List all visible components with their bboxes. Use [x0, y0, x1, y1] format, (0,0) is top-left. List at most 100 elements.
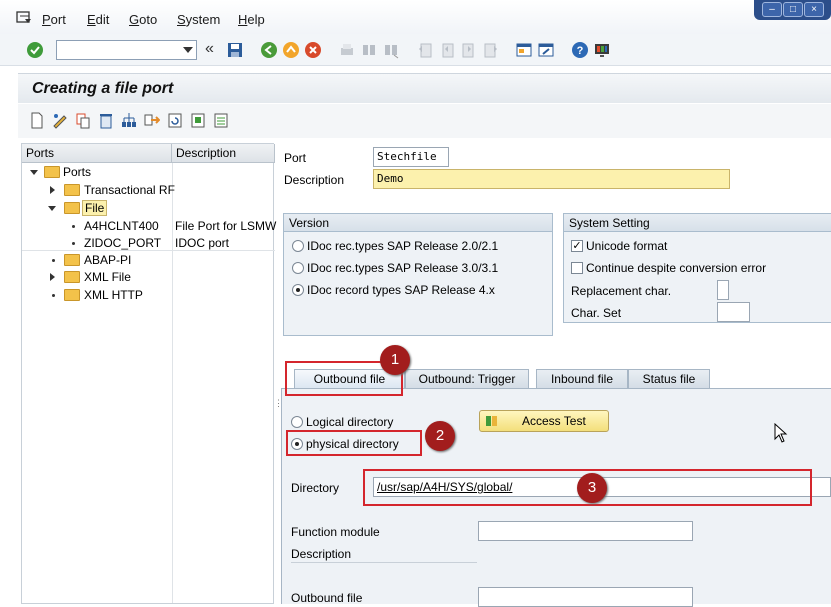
description-underline [291, 562, 477, 563]
enter-icon[interactable] [26, 41, 44, 59]
tab-inbound-file[interactable]: Inbound file [536, 369, 628, 389]
expand-down-icon[interactable] [48, 206, 56, 211]
tree-row-file[interactable]: File [22, 199, 275, 217]
minimize-icon[interactable]: – [762, 2, 782, 17]
layout-icon[interactable] [593, 41, 611, 59]
back-icon[interactable] [260, 41, 278, 59]
tree-row-transactional-rfc[interactable]: Transactional RF [22, 181, 275, 199]
tree-description: File Port for LSMW [175, 219, 277, 233]
back-double-icon[interactable]: « [205, 41, 223, 59]
command-field[interactable] [56, 40, 197, 60]
move-icon[interactable] [144, 112, 160, 129]
port-label: Port [284, 151, 307, 165]
folder-icon [64, 254, 80, 266]
cancel-icon[interactable] [304, 41, 322, 59]
last-page-icon[interactable] [482, 41, 500, 59]
tree-label: Ports [63, 165, 92, 179]
find-next-icon[interactable] [382, 41, 400, 59]
tree-label-selected: File [82, 200, 108, 216]
radio-release-2[interactable] [292, 240, 304, 252]
radio-release-4-label: IDoc record types SAP Release 4.x [307, 283, 495, 297]
bullet-icon [52, 294, 55, 297]
charset-field[interactable] [717, 302, 750, 322]
delete-icon[interactable] [98, 112, 114, 129]
unicode-label: Unicode format [586, 239, 668, 253]
first-page-icon[interactable] [416, 41, 434, 59]
menu-bar: Port Edit Goto System Help [0, 0, 831, 34]
exit-icon[interactable] [282, 41, 300, 59]
continue-checkbox[interactable] [571, 262, 583, 274]
directory-label: Directory [291, 481, 340, 495]
find-icon[interactable] [360, 41, 378, 59]
radio-release-4[interactable] [292, 284, 304, 296]
access-test-button[interactable]: Access Test [479, 410, 609, 432]
access-test-label: Access Test [522, 414, 586, 428]
new-session-icon[interactable] [515, 41, 533, 59]
title-bar: Creating a file port [18, 73, 831, 103]
system-setting-title: System Setting [564, 214, 831, 232]
expand-right-icon[interactable] [50, 273, 55, 281]
hierarchy-icon[interactable] [121, 112, 137, 129]
callout-marker-2: 2 [425, 421, 455, 451]
version-group-title: Version [284, 214, 552, 232]
copy-icon[interactable] [75, 112, 91, 129]
refresh-icon[interactable] [167, 112, 183, 129]
tab-outbound-trigger[interactable]: Outbound: Trigger [405, 369, 529, 389]
test-icon [486, 416, 497, 426]
tree-header-description[interactable]: Description [172, 144, 275, 163]
menu-edit[interactable]: Edit [87, 12, 109, 27]
tree-row-a4hclnt400[interactable]: A4HCLNT400 File Port for LSMW [22, 217, 277, 235]
menu-port[interactable]: Port [42, 12, 66, 27]
splitter-handle[interactable]: ⋮ [274, 399, 283, 424]
menu-help[interactable]: Help [238, 12, 265, 27]
next-page-icon[interactable] [460, 41, 478, 59]
create-icon[interactable] [29, 112, 45, 129]
logical-directory-label: Logical directory [306, 415, 394, 429]
tree-label: XML File [84, 270, 131, 284]
folder-open-icon [44, 166, 60, 178]
tree-row-ports[interactable]: Ports [22, 163, 275, 181]
function-module-label: Function module [291, 525, 380, 539]
bullet-icon [52, 259, 55, 262]
tree-row-xml-file[interactable]: XML File [22, 268, 275, 286]
menu-system-rest: ystem [185, 12, 221, 27]
function-module-field[interactable] [478, 521, 693, 541]
description-field[interactable]: Demo [373, 169, 730, 189]
expand-down-icon[interactable] [30, 170, 38, 175]
save-icon[interactable] [226, 41, 244, 59]
outbound-file-field[interactable] [478, 587, 693, 607]
change-icon[interactable] [52, 112, 68, 129]
system-setting-group: System Setting ✓ Unicode format Continue… [563, 213, 831, 323]
previous-page-icon[interactable] [438, 41, 456, 59]
radio-release-3[interactable] [292, 262, 304, 274]
folder-open-icon [64, 202, 80, 214]
menu-system[interactable]: System [177, 12, 220, 27]
restore-icon[interactable]: □ [783, 2, 803, 17]
print-icon[interactable] [338, 41, 356, 59]
radio-release-2-label: IDoc rec.types SAP Release 2.0/2.1 [307, 239, 499, 253]
tree-label: ABAP-PI [84, 253, 132, 267]
sap-menu-icon[interactable] [16, 11, 32, 25]
chevron-down-icon[interactable] [183, 47, 193, 53]
tree-row-xml-http[interactable]: XML HTTP [22, 286, 275, 304]
svg-text:?: ? [577, 45, 584, 57]
application-toolbar [18, 104, 831, 138]
charset-label: Char. Set [571, 306, 622, 320]
tree-row-abap-pi[interactable]: ABAP-PI [22, 250, 275, 268]
mouse-cursor-icon [774, 423, 788, 443]
expand-right-icon[interactable] [50, 186, 55, 194]
outbound-file-label: Outbound file [291, 591, 363, 605]
details-icon[interactable] [213, 112, 229, 129]
replacement-char-field[interactable] [717, 280, 729, 300]
shortcut-icon[interactable] [537, 41, 555, 59]
select-icon[interactable] [190, 112, 206, 129]
unicode-checkbox[interactable]: ✓ [571, 240, 583, 252]
radio-logical-directory[interactable] [291, 416, 303, 428]
tree-header-ports[interactable]: Ports [22, 144, 172, 163]
close-icon[interactable]: × [804, 2, 824, 17]
port-field[interactable]: Stechfile [373, 147, 449, 167]
tab-status-file[interactable]: Status file [628, 369, 710, 389]
menu-goto[interactable]: Goto [129, 12, 157, 27]
continue-label: Continue despite conversion error [586, 261, 767, 275]
help-icon[interactable]: ? [571, 41, 589, 59]
